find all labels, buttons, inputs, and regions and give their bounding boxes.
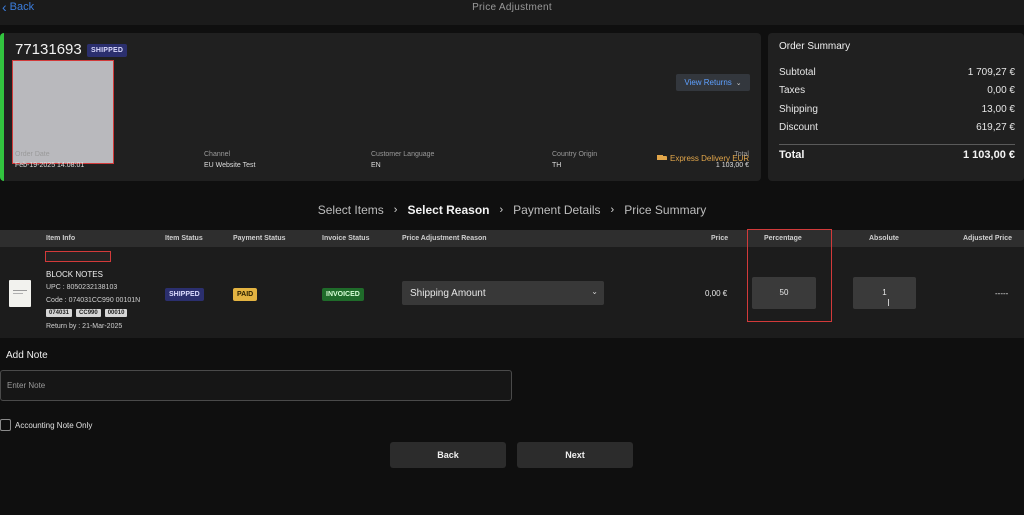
summary-value: 0,00 € xyxy=(987,85,1015,96)
info-channel: Channel EU Website Test xyxy=(204,151,256,169)
item-name: BLOCK NOTES xyxy=(46,270,103,279)
order-status-accent xyxy=(0,33,4,181)
column-header: Invoice Status xyxy=(322,235,370,242)
step-payment-details[interactable]: Payment Details xyxy=(513,203,600,217)
truck-icon xyxy=(657,155,667,162)
step-select-items[interactable]: Select Items xyxy=(318,203,384,217)
item-return-by: Return by : 21-Mar-2025 xyxy=(46,323,123,330)
page-title: Price Adjustment xyxy=(472,2,552,13)
chevron-down-icon: ⌄ xyxy=(735,79,742,87)
column-header: Item Info xyxy=(46,235,76,242)
code-chip: CC990 xyxy=(76,309,101,317)
text-cursor-icon: Ⅰ xyxy=(887,298,890,309)
order-summary-card: Order Summary Subtotal 1 709,27 € Taxes … xyxy=(768,33,1024,181)
item-status-badge: SHIPPED xyxy=(165,288,204,301)
summary-total-label: Total xyxy=(779,149,805,161)
order-id: 77131693 xyxy=(15,41,82,58)
summary-label: Discount xyxy=(779,122,818,133)
info-label: Channel xyxy=(204,151,231,158)
view-returns-button[interactable]: View Returns ⌄ xyxy=(676,74,750,91)
summary-value: 13,00 € xyxy=(981,104,1015,115)
column-header: Absolute xyxy=(869,235,899,242)
info-value: 1 103,00 € xyxy=(715,162,749,169)
adjusted-price: ----- xyxy=(995,289,1009,298)
view-returns-label: View Returns xyxy=(684,78,732,87)
adjustment-reason-value: Shipping Amount xyxy=(410,287,486,299)
note-input[interactable] xyxy=(0,370,512,401)
info-value: TH xyxy=(552,162,562,169)
order-status-badge: SHIPPED xyxy=(87,44,128,57)
summary-row-taxes: Taxes 0,00 € xyxy=(779,85,1015,96)
column-header: Adjusted Price xyxy=(963,235,1013,242)
summary-total: Total 1 103,00 € xyxy=(779,149,1015,161)
summary-divider xyxy=(779,144,1015,145)
chevron-right-icon: › xyxy=(393,204,398,216)
payment-status-badge: PAID xyxy=(233,288,258,301)
info-value: Feb-19-2025 14:08:01 xyxy=(15,162,85,169)
summary-label: Subtotal xyxy=(779,67,816,78)
summary-row-discount: Discount 619,27 € xyxy=(779,122,1015,133)
summary-row-subtotal: Subtotal 1 709,27 € xyxy=(779,67,1015,78)
info-value: EU Website Test xyxy=(204,162,256,169)
summary-row-shipping: Shipping 13,00 € xyxy=(779,104,1015,115)
chevron-right-icon: › xyxy=(610,204,615,216)
product-thumbnail xyxy=(9,280,31,307)
summary-value: 619,27 € xyxy=(976,122,1015,133)
summary-label: Shipping xyxy=(779,104,818,115)
back-button[interactable]: Back xyxy=(390,442,506,468)
step-price-summary[interactable]: Price Summary xyxy=(624,203,706,217)
product-image-placeholder xyxy=(12,60,114,164)
invoice-status-badge: INVOICED xyxy=(322,288,364,301)
chevron-down-icon: ⌄ xyxy=(591,287,598,296)
column-header: Payment Status xyxy=(233,235,286,242)
info-label: Country Origin xyxy=(552,151,598,158)
item-code: Code : 074031CC990 00101N xyxy=(46,297,141,304)
column-header: Price xyxy=(711,235,729,242)
wizard-stepper: Select Items › Select Reason › Payment D… xyxy=(0,203,1024,217)
percentage-input[interactable]: 50 xyxy=(752,277,816,309)
info-label: Total xyxy=(734,151,749,158)
item-code-chips: 074031 CC990 00010 xyxy=(46,309,128,317)
column-header: Item Status xyxy=(165,235,203,242)
info-customer-language: Customer Language EN xyxy=(371,151,434,169)
info-value: EN xyxy=(371,162,381,169)
summary-label: Taxes xyxy=(779,85,806,96)
info-total: Total 1 103,00 € xyxy=(716,151,749,169)
redacted-field xyxy=(45,251,111,262)
item-upc: UPC : 8050232138103 xyxy=(46,284,118,291)
order-card: 77131693 SHIPPED View Returns ⌄ Express … xyxy=(0,33,761,181)
items-table-header: Item Info Item Status Payment Status Inv… xyxy=(0,230,1024,247)
accounting-note-label: Accounting Note Only xyxy=(15,421,93,430)
order-summary-title: Order Summary xyxy=(779,41,851,52)
info-label: Order Date xyxy=(15,151,50,158)
chevron-right-icon: › xyxy=(499,204,504,216)
add-note-title: Add Note xyxy=(6,350,48,361)
absolute-input[interactable]: 1 xyxy=(853,277,916,309)
accounting-note-checkbox[interactable] xyxy=(0,419,11,431)
code-chip: 074031 xyxy=(46,309,73,317)
info-order-date: Order Date Feb-19-2025 14:08:01 xyxy=(15,151,84,169)
summary-total-value: 1 103,00 € xyxy=(963,149,1015,161)
top-bar: ‹ Back Price Adjustment xyxy=(0,0,1024,25)
adjustment-reason-select[interactable]: Shipping Amount ⌄ xyxy=(402,281,604,305)
item-price: 0,00 € xyxy=(705,289,728,298)
summary-value: 1 709,27 € xyxy=(967,67,1015,78)
info-country-origin: Country Origin TH xyxy=(552,151,597,169)
step-select-reason[interactable]: Select Reason xyxy=(407,203,489,217)
column-header: Price Adjustment Reason xyxy=(402,235,487,242)
next-button[interactable]: Next xyxy=(517,442,633,468)
info-label: Customer Language xyxy=(371,151,435,158)
code-chip: 00010 xyxy=(104,309,128,317)
